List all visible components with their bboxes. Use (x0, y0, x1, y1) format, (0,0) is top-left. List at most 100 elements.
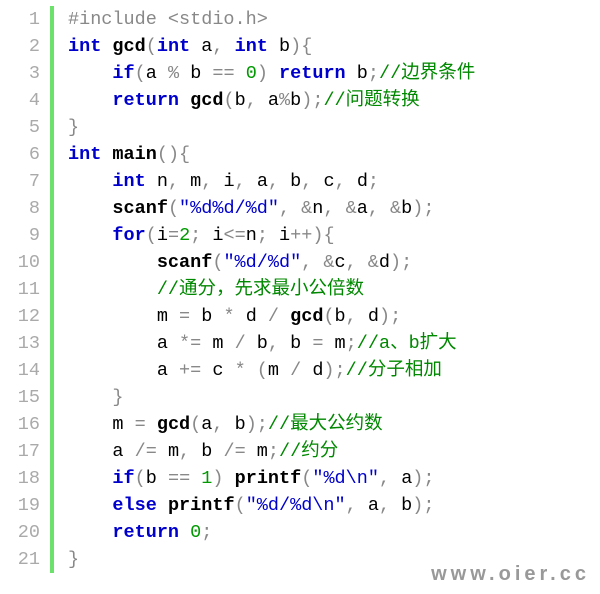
token-op: <= (224, 225, 246, 246)
token-cm: //a、b扩大 (357, 333, 457, 354)
token-op: } (68, 549, 79, 570)
token-id (157, 495, 168, 516)
token-id: n (246, 225, 257, 246)
token-op: ; (368, 63, 379, 84)
code-line: int gcd(int a, int b){ (68, 33, 475, 60)
token-kw: return (112, 522, 179, 543)
token-op: = (135, 414, 157, 435)
line-number: 7 (0, 168, 40, 195)
token-cm: //边界条件 (379, 63, 475, 84)
token-id: b (257, 333, 268, 354)
token-id: c (323, 171, 334, 192)
token-op: , (179, 441, 201, 462)
token-id: b (401, 198, 412, 219)
token-id: m (335, 333, 346, 354)
token-fn: main (112, 144, 156, 165)
token-op: , & (323, 198, 356, 219)
token-str: "%d/%d" (223, 252, 301, 273)
token-pp: #include <stdio.h> (68, 9, 268, 30)
token-num: 1 (201, 468, 212, 489)
token-num: 2 (179, 225, 190, 246)
token-op: ( (223, 90, 234, 111)
line-number: 13 (0, 330, 40, 357)
token-op: = (312, 333, 334, 354)
token-op: = (168, 225, 179, 246)
gutter-bar (50, 6, 54, 573)
token-op: ( (235, 495, 246, 516)
token-op: ; (346, 333, 357, 354)
token-op: += (179, 360, 212, 381)
token-op: } (112, 387, 123, 408)
code-line: return gcd(b, a%b);//问题转换 (68, 87, 475, 114)
token-fn: gcd (190, 90, 223, 111)
token-id: m (212, 333, 234, 354)
token-op: , (212, 36, 234, 57)
token-op: ; (201, 522, 212, 543)
token-id (179, 522, 190, 543)
token-id (68, 495, 112, 516)
token-kw: for (112, 225, 145, 246)
token-op: , (379, 468, 401, 489)
code-line: m = gcd(a, b);//最大公约数 (68, 411, 475, 438)
token-op: == (168, 468, 201, 489)
token-id: m (68, 306, 179, 327)
line-number: 12 (0, 303, 40, 330)
token-op: , & (301, 252, 334, 273)
token-op: = (179, 306, 201, 327)
token-id (68, 90, 112, 111)
token-op: ( (146, 36, 157, 57)
token-op: , (201, 171, 223, 192)
line-number: 18 (0, 465, 40, 492)
token-op: ; (368, 171, 379, 192)
token-op: ( (190, 414, 201, 435)
line-number: 2 (0, 33, 40, 60)
line-number: 17 (0, 438, 40, 465)
token-op: ); (246, 414, 268, 435)
token-id (68, 171, 112, 192)
token-op: , (379, 495, 401, 516)
token-op: * ( (235, 360, 268, 381)
token-id: b (190, 63, 212, 84)
token-op: / (235, 333, 257, 354)
token-id: m (68, 414, 135, 435)
token-fn: gcd (157, 414, 190, 435)
token-op: % (168, 63, 190, 84)
watermark: www.oier.cc (431, 561, 590, 588)
token-id (68, 468, 112, 489)
token-op: , (268, 171, 290, 192)
token-op: (){ (157, 144, 190, 165)
token-op: ); (412, 198, 434, 219)
line-number: 4 (0, 87, 40, 114)
token-op: ; (257, 225, 279, 246)
token-id: b (290, 171, 301, 192)
token-op: / (290, 360, 312, 381)
code-line: a /= m, b /= m;//约分 (68, 438, 475, 465)
token-id (68, 225, 112, 246)
token-kw: return (112, 90, 179, 111)
code-line: int n, m, i, a, b, c, d; (68, 168, 475, 195)
token-op: ); (412, 495, 434, 516)
line-number: 14 (0, 357, 40, 384)
token-id: d (246, 306, 268, 327)
token-fn: scanf (112, 198, 168, 219)
token-op: == (212, 63, 245, 84)
token-id (68, 63, 112, 84)
code-line: return 0; (68, 519, 475, 546)
token-cm: //最大公约数 (268, 414, 383, 435)
token-kw: if (112, 468, 134, 489)
line-number: 21 (0, 546, 40, 573)
token-op: ( (212, 252, 223, 273)
code-content: #include <stdio.h> int gcd(int a, int b){… (68, 6, 475, 573)
token-op: ++){ (290, 225, 334, 246)
token-op: /= (223, 441, 256, 462)
token-op: ); (412, 468, 434, 489)
token-op: ( (135, 63, 146, 84)
token-id: b (235, 414, 246, 435)
token-id (68, 279, 157, 300)
code-line: a += c * (m / d);//分子相加 (68, 357, 475, 384)
token-op: , (301, 171, 323, 192)
token-op: /= (135, 441, 168, 462)
token-id: a (68, 360, 179, 381)
token-id: n (312, 198, 323, 219)
token-id: a (268, 90, 279, 111)
